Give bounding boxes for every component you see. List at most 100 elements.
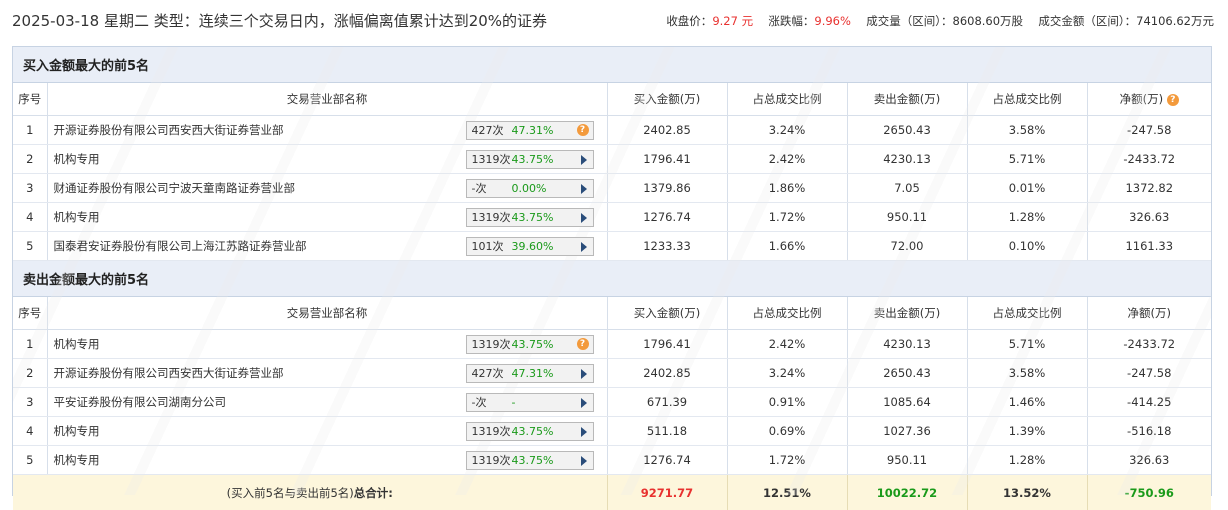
buy-column-headers: 序号交易营业部名称买入金额(万)占总成交比例卖出金额(万)占总成交比例净额(万)… xyxy=(13,83,1211,116)
broker-count: -次 xyxy=(467,180,512,196)
broker-count: 1319次 xyxy=(467,452,512,468)
buy-amount: 511.18 xyxy=(607,417,727,446)
broker-stats-badge[interactable]: 1319次 43.75% ? xyxy=(466,335,594,354)
sell-percent: 1.46% xyxy=(967,388,1087,417)
broker-count: 1319次 xyxy=(467,209,512,225)
play-arrow-icon[interactable] xyxy=(581,242,587,252)
broker-stats-badge[interactable]: 1319次 43.75% xyxy=(466,150,594,169)
column-header: 占总成交比例 xyxy=(727,83,847,116)
question-icon[interactable]: ? xyxy=(577,338,589,350)
broker-name[interactable]: 开源证券股份有限公司西安西大街证券营业部 xyxy=(54,365,284,381)
table-row: 4 机构专用 1319次 43.75% 511.18 0.69% 1027.36… xyxy=(13,417,1211,446)
column-header: 序号 xyxy=(13,297,47,330)
column-header: 净额(万) xyxy=(1087,297,1211,330)
buy-amount: 2402.85 xyxy=(607,116,727,145)
broker-name[interactable]: 财通证券股份有限公司宁波天童南路证券营业部 xyxy=(54,180,296,196)
play-arrow-icon[interactable] xyxy=(581,155,587,165)
net-amount: -247.58 xyxy=(1087,359,1211,388)
table-row: 3 平安证券股份有限公司湖南分公司 -次 - 671.39 0.91% 1085… xyxy=(13,388,1211,417)
net-amount: 1372.82 xyxy=(1087,174,1211,203)
broker-name[interactable]: 机构专用 xyxy=(54,209,100,225)
broker-name[interactable]: 开源证券股份有限公司西安西大街证券营业部 xyxy=(54,122,284,138)
broker-name[interactable]: 国泰君安证券股份有限公司上海江苏路证券营业部 xyxy=(54,238,307,254)
broker-stats-badge[interactable]: -次 - xyxy=(466,393,594,412)
column-header: 占总成交比例 xyxy=(727,297,847,330)
broker-stats-badge[interactable]: -次 0.00% xyxy=(466,179,594,198)
sell-percent: 1.28% xyxy=(967,203,1087,232)
broker-count: 101次 xyxy=(467,238,512,254)
net-amount: -414.25 xyxy=(1087,388,1211,417)
sell-percent: 1.39% xyxy=(967,417,1087,446)
top-bar: 2025-03-18 星期二 类型：连续三个交易日内，涨幅偏离值累计达到20%的… xyxy=(0,0,1228,40)
table-row: 5 机构专用 1319次 43.75% 1276.74 1.72% 950.11… xyxy=(13,446,1211,475)
broker-rate: 43.75% xyxy=(512,153,568,166)
row-index: 3 xyxy=(13,174,47,203)
broker-name[interactable]: 机构专用 xyxy=(54,452,100,468)
broker-count: 1319次 xyxy=(467,151,512,167)
sell-amount: 2650.43 xyxy=(847,116,967,145)
row-index: 1 xyxy=(13,116,47,145)
broker-rate: 0.00% xyxy=(512,182,568,195)
amount-label: 成交金额（区间）： xyxy=(1038,14,1136,28)
sell-percent: 3.58% xyxy=(967,359,1087,388)
buy-percent: 3.24% xyxy=(727,359,847,388)
volume-label: 成交量（区间）： xyxy=(866,14,952,28)
row-index: 5 xyxy=(13,232,47,261)
broker-stats-badge[interactable]: 1319次 43.75% xyxy=(466,451,594,470)
broker-count: 427次 xyxy=(467,122,512,138)
table-row: 1 开源证券股份有限公司西安西大街证券营业部 427次 47.31% ? 240… xyxy=(13,116,1211,145)
play-arrow-icon[interactable] xyxy=(581,184,587,194)
buy-section-title: 买入金额最大的前5名 xyxy=(13,47,1211,83)
buy-amount: 2402.85 xyxy=(607,359,727,388)
broker-name[interactable]: 机构专用 xyxy=(54,336,100,352)
table-row: 2 开源证券股份有限公司西安西大街证券营业部 427次 47.31% 2402.… xyxy=(13,359,1211,388)
broker-name[interactable]: 机构专用 xyxy=(54,423,100,439)
question-icon[interactable]: ? xyxy=(577,124,589,136)
stock-stats: 收盘价：9.27 元 涨跌幅：9.96% 成交量（区间）：8608.60万股 成… xyxy=(666,13,1214,29)
buy-percent: 1.86% xyxy=(727,174,847,203)
broker-stats-badge[interactable]: 1319次 43.75% xyxy=(466,422,594,441)
buy-percent: 1.72% xyxy=(727,446,847,475)
close-label: 收盘价： xyxy=(666,14,712,28)
play-arrow-icon[interactable] xyxy=(581,456,587,466)
sell-amount: 7.05 xyxy=(847,174,967,203)
buy-percent: 3.24% xyxy=(727,116,847,145)
broker-stats-badge[interactable]: 427次 47.31% xyxy=(466,364,594,383)
volume-value: 8608.60万股 xyxy=(953,14,1024,28)
broker-stats-badge[interactable]: 427次 47.31% ? xyxy=(466,121,594,140)
sell-percent: 5.71% xyxy=(967,330,1087,359)
sell-amount: 2650.43 xyxy=(847,359,967,388)
sell-amount: 950.11 xyxy=(847,446,967,475)
broker-stats-badge[interactable]: 101次 39.60% xyxy=(466,237,594,256)
total-sell: 10022.72 xyxy=(847,475,967,510)
broker-rate: 43.75% xyxy=(512,425,568,438)
lhb-table-container: 买入金额最大的前5名序号交易营业部名称买入金额(万)占总成交比例卖出金额(万)占… xyxy=(12,46,1212,496)
row-index: 1 xyxy=(13,330,47,359)
play-arrow-icon[interactable] xyxy=(581,213,587,223)
buy-percent: 2.42% xyxy=(727,330,847,359)
sell-section-header: 卖出金额最大的前5名 xyxy=(13,261,1211,297)
table-row: 1 机构专用 1319次 43.75% ? 1796.41 2.42% 4230… xyxy=(13,330,1211,359)
buy-section-header: 买入金额最大的前5名 xyxy=(13,47,1211,83)
broker-rate: 47.31% xyxy=(512,367,568,380)
net-amount: 1161.33 xyxy=(1087,232,1211,261)
broker-name[interactable]: 平安证券股份有限公司湖南分公司 xyxy=(54,394,227,410)
play-arrow-icon[interactable] xyxy=(581,427,587,437)
net-amount: -2433.72 xyxy=(1087,145,1211,174)
broker-rate: 43.75% xyxy=(512,338,568,351)
amount-value: 74106.62万元 xyxy=(1136,14,1214,28)
play-arrow-icon[interactable] xyxy=(581,369,587,379)
broker-name[interactable]: 机构专用 xyxy=(54,151,100,167)
sell-column-headers: 序号交易营业部名称买入金额(万)占总成交比例卖出金额(万)占总成交比例净额(万) xyxy=(13,297,1211,330)
column-header: 卖出金额(万) xyxy=(847,297,967,330)
net-amount: 326.63 xyxy=(1087,446,1211,475)
net-amount: -247.58 xyxy=(1087,116,1211,145)
row-index: 3 xyxy=(13,388,47,417)
play-arrow-icon[interactable] xyxy=(581,398,587,408)
broker-stats-badge[interactable]: 1319次 43.75% xyxy=(466,208,594,227)
question-icon[interactable]: ? xyxy=(1167,94,1179,106)
buy-percent: 0.69% xyxy=(727,417,847,446)
sell-amount: 4230.13 xyxy=(847,330,967,359)
total-buy-percent: 12.51% xyxy=(727,475,847,510)
column-header: 占总成交比例 xyxy=(967,83,1087,116)
